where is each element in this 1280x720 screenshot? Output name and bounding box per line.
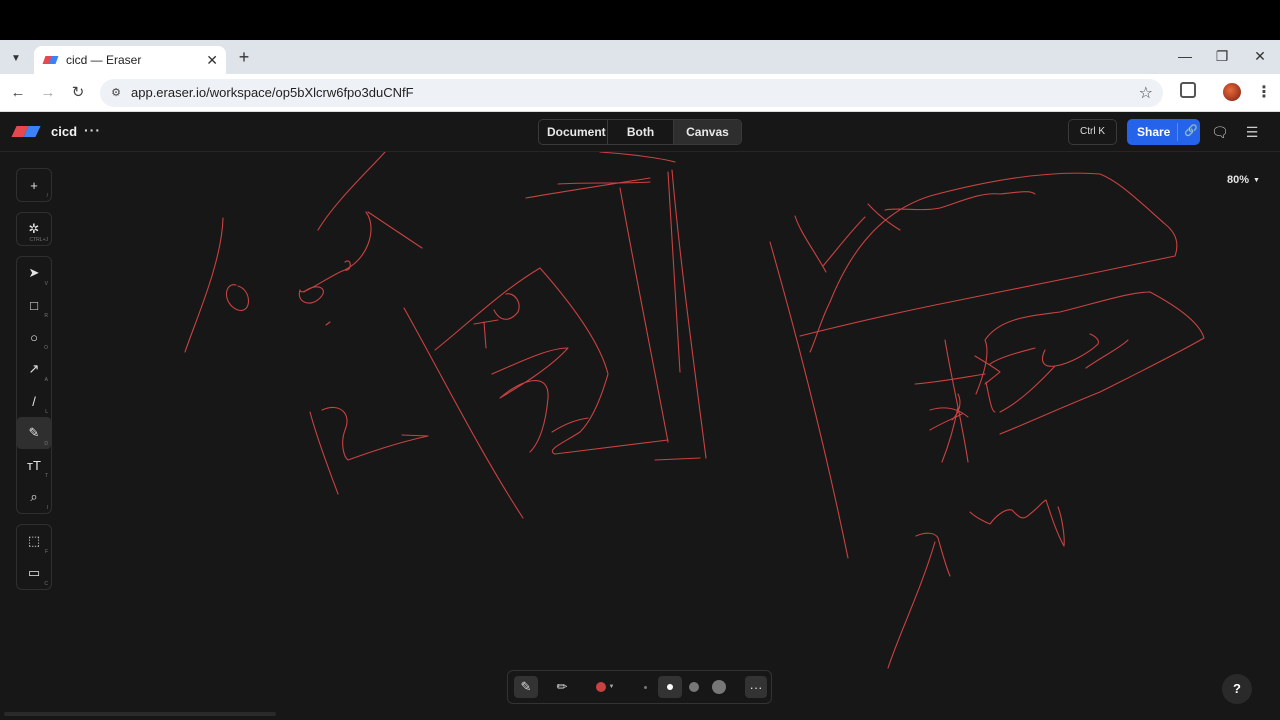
document-title[interactable]: cicd [51,124,77,139]
tab-title: cicd — Eraser [66,53,142,67]
ellipse-tool-icon[interactable]: ○ O [17,321,51,353]
reload-icon[interactable]: ↻ [68,83,88,103]
tab-close-icon[interactable]: ✕ [206,52,218,68]
copy-link-icon[interactable]: 🔗 [1184,124,1198,137]
frame-glyph: ⬚ [27,533,41,548]
color-caret-icon: ▼ [608,684,615,690]
url-text[interactable]: app.eraser.io/workspace/op5bXlcrw6fpo3du… [131,85,414,100]
line-tool-icon[interactable]: / L [17,385,51,417]
ai-diagram-icon[interactable]: ✲ CTRL+J [17,213,51,245]
zoom-level: 80% [1227,174,1250,186]
select-glyph: ➤ [28,265,40,280]
zoom-caret-icon: ▼ [1253,177,1260,184]
comment-tool-icon[interactable]: ▭ C [17,557,51,589]
stroke-size-md[interactable] [686,676,702,698]
ellipse-shortcut: O [44,345,48,351]
help-button[interactable]: ? [1222,674,1252,704]
highlighter-mode-icon[interactable]: ✏ [550,676,574,698]
forward-icon[interactable]: → [38,83,58,103]
view-document-button[interactable]: Document [539,120,608,144]
text-shortcut: T [44,473,48,479]
horizontal-scrollbar[interactable] [4,712,276,716]
toolbar-drawing-tools: ➤ V □ R ○ O ↗ A / L ✎ D ᴛT T ⌕ I [16,256,52,514]
icon-search-shortcut: I [46,505,48,511]
eraser-logo-icon[interactable] [11,126,42,138]
outline-panel-icon[interactable]: ☰ [1244,124,1260,140]
view-canvas-button[interactable]: Canvas [674,120,741,144]
text-glyph: ᴛT [27,457,41,473]
view-both-button[interactable]: Both [608,120,674,144]
rectangle-glyph: □ [30,297,38,313]
text-tool-icon[interactable]: ᴛT T [17,449,51,481]
tab-search-chevron-icon[interactable]: ▼ [6,48,26,68]
back-icon[interactable]: ← [8,83,28,103]
pencil-shortcut: D [44,441,48,447]
share-label: Share [1137,125,1171,139]
ai-glyph: ✲ [28,221,40,236]
toolbar-frame-group: ⬚ F ▭ C [16,524,52,590]
toolbar-add-group: + / [16,168,52,202]
comments-icon[interactable]: 🗨 [1211,124,1229,140]
browser-tab[interactable]: cicd — Eraser ✕ [34,46,226,74]
browser-menu-icon[interactable]: ⋮ [1256,82,1272,102]
ellipse-glyph: ○ [30,329,38,345]
arrow-tool-icon[interactable]: ↗ A [17,353,51,385]
pencil-tool-icon[interactable]: ✎ D [17,417,51,449]
url-omnibox[interactable]: ⚙ app.eraser.io/workspace/op5bXlcrw6fpo3… [100,79,1163,107]
minimize-icon[interactable]: — [1175,46,1195,66]
stroke-size-lg[interactable] [708,676,730,698]
rectangle-shortcut: R [44,313,48,319]
arrow-glyph: ↗ [28,361,40,376]
address-bar-row: ← → ↻ ⚙ app.eraser.io/workspace/op5bXlcr… [0,74,1280,112]
comment-glyph: ▭ [27,565,41,580]
rectangle-tool-icon[interactable]: □ R [17,289,51,321]
bookmark-star-icon[interactable]: ☆ [1139,83,1153,103]
new-tab-button[interactable]: + [236,47,252,67]
document-menu-icon[interactable]: ··· [84,122,101,138]
view-mode-toggle: Document Both Canvas [538,119,742,145]
share-divider [1177,123,1178,141]
screen-top-bar [0,0,1280,40]
line-shortcut: L [45,409,48,415]
extensions-icon[interactable] [1180,82,1196,98]
select-shortcut: V [44,281,48,287]
stroke-color-swatch [595,682,606,692]
eraser-app: cicd ··· Document Both Canvas Ctrl K Sha… [0,112,1280,720]
pencil-glyph: ✎ [28,425,40,440]
share-button[interactable]: Share 🔗 [1127,119,1200,145]
pen-mode-icon[interactable]: ✎ [514,676,538,698]
line-glyph: / [32,393,36,409]
site-info-icon[interactable]: ⚙ [108,85,124,101]
add-glyph: + [30,177,38,193]
eraser-favicon-icon [44,55,58,65]
add-icon[interactable]: + / [17,169,51,201]
pen-options-bar: ✎ ✏ ▼ ··· [507,670,772,704]
browser-tab-strip: ▼ cicd — Eraser ✕ [0,40,1280,74]
toolbar-ai-group: ✲ CTRL+J [16,212,52,246]
stroke-size-xs[interactable] [638,676,652,698]
icon-search-tool-icon[interactable]: ⌕ I [17,481,51,513]
freehand-strokes [184,151,1205,669]
command-palette-button[interactable]: Ctrl K [1068,119,1117,145]
icon-search-glyph: ⌕ [30,489,38,504]
stroke-size-sm[interactable] [658,676,682,698]
restore-icon[interactable]: ❐ [1212,46,1232,66]
select-tool-icon[interactable]: ➤ V [17,257,51,289]
add-shortcut: / [46,193,48,199]
stroke-color-picker[interactable]: ▼ [592,676,618,698]
app-header: cicd ··· Document Both Canvas Ctrl K Sha… [0,112,1280,152]
ai-shortcut: CTRL+J [29,237,48,243]
arrow-shortcut: A [44,377,48,383]
frame-shortcut: F [44,549,48,555]
whiteboard-canvas[interactable] [0,112,1280,720]
zoom-level-dropdown[interactable]: 80% ▼ [1227,174,1260,186]
close-window-icon[interactable]: ✕ [1250,46,1270,66]
frame-tool-icon[interactable]: ⬚ F [17,525,51,557]
more-options-icon[interactable]: ··· [745,676,767,698]
profile-avatar[interactable] [1223,83,1241,101]
comment-shortcut: C [44,581,48,587]
